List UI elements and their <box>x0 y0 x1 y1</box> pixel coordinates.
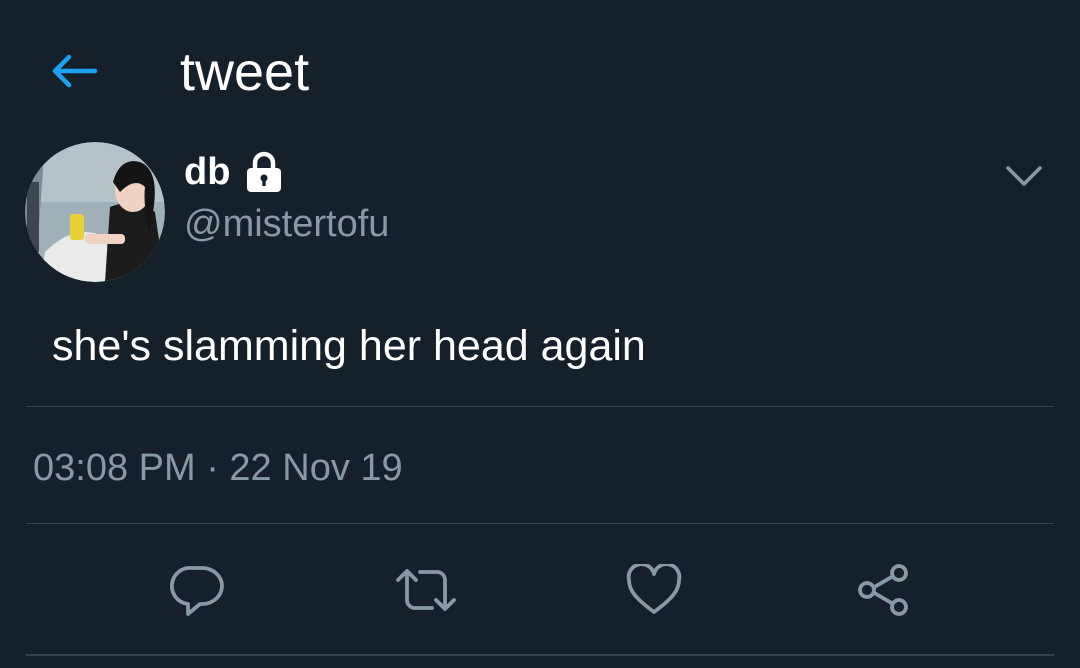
tweet-menu-button[interactable] <box>996 152 1052 200</box>
divider <box>26 654 1054 656</box>
share-button[interactable] <box>851 558 915 622</box>
back-button[interactable] <box>46 46 102 96</box>
tweet-timestamp: 03:08 PM · 22 Nov 19 <box>33 447 403 489</box>
lock-icon <box>244 150 284 194</box>
tweet-text: she's slamming her head again <box>52 322 646 370</box>
heart-icon <box>626 564 682 614</box>
like-button[interactable] <box>622 558 686 622</box>
page-title: tweet <box>180 42 310 102</box>
share-icon <box>858 564 908 616</box>
retweet-icon <box>396 569 456 611</box>
avatar[interactable] <box>25 142 165 282</box>
chevron-down-icon <box>1006 166 1042 186</box>
reply-icon <box>170 566 224 616</box>
divider <box>26 406 1054 407</box>
top-bar: tweet <box>0 0 1080 130</box>
retweet-button[interactable] <box>394 558 458 622</box>
arrow-left-icon <box>52 54 98 88</box>
reply-button[interactable] <box>166 558 230 622</box>
divider <box>26 523 1054 524</box>
user-handle[interactable]: @mistertofu <box>184 200 389 248</box>
display-name[interactable]: db <box>184 148 230 196</box>
user-name-row: db <box>184 148 284 196</box>
